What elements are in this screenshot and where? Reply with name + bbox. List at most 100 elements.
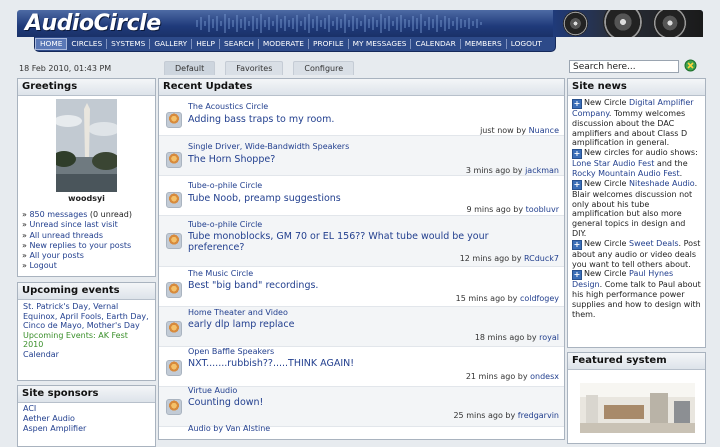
list-item: All unread threads — [22, 231, 132, 241]
nav-my-messages[interactable]: MY MESSAGES — [349, 39, 412, 49]
greetings-title: Greetings — [18, 79, 155, 96]
update-meta: just now by Nuance — [480, 126, 559, 135]
circle-link[interactable]: Home Theater and Video — [188, 308, 288, 317]
circle-link[interactable]: Virtue Audio — [188, 386, 237, 395]
topic-link[interactable]: Counting down! — [188, 397, 518, 408]
nav-help[interactable]: HELP — [192, 39, 221, 49]
holidays-list[interactable]: St. Patrick's Day, Vernal Equinox, April… — [23, 302, 150, 331]
nav-moderate[interactable]: MODERATE — [259, 39, 309, 49]
thread-icon — [166, 399, 182, 415]
update-time: 21 mins ago by — [465, 372, 528, 381]
nav-gallery[interactable]: GALLERY — [150, 39, 193, 49]
user-link[interactable]: coldfogey — [520, 294, 559, 303]
circle-link[interactable]: The Acoustics Circle — [188, 102, 268, 111]
list-item: New replies to your posts — [22, 241, 132, 251]
update-row: Home Theater and Video early dlp lamp re… — [159, 307, 564, 347]
user-link[interactable]: toobluvr — [526, 205, 559, 214]
nav-profile[interactable]: PROFILE — [309, 39, 349, 49]
nav-circles[interactable]: CIRCLES — [67, 39, 108, 49]
update-time: 12 mins ago by — [459, 254, 522, 263]
sponsor-link[interactable]: ACI — [23, 404, 150, 414]
upcoming-events-link[interactable]: Upcoming Events: AK Fest 2010 — [23, 331, 150, 350]
thread-icon — [166, 112, 182, 128]
topic-link[interactable]: Tube monoblocks, GM 70 or EL 156?? What … — [188, 231, 518, 253]
nav-search[interactable]: SEARCH — [220, 39, 259, 49]
expand-plus-icon[interactable]: + — [572, 149, 582, 160]
update-meta: 3 mins ago by jackman — [466, 166, 559, 175]
news-link[interactable]: Niteshade Audio — [629, 179, 695, 188]
update-row: Single Driver, Wide-Bandwidth Speakers T… — [159, 136, 564, 176]
news-prefix: New Circle — [584, 238, 627, 248]
thread-icon — [166, 233, 182, 249]
update-time: just now by — [480, 126, 527, 135]
featured-system-panel: Featured system — [567, 352, 706, 444]
search-go-icon[interactable] — [684, 59, 697, 72]
news-link-2[interactable]: Rocky Mountain Audio Fest — [572, 169, 680, 178]
messages-count: 850 messages (0 unread) — [22, 210, 132, 220]
user-link[interactable]: royal — [539, 333, 559, 342]
site-header: AudioCircle HOME CIRCLES SYSTEMS GALLERY… — [17, 10, 703, 54]
user-link[interactable]: fredgarvin — [518, 411, 559, 420]
update-meta: 18 mins ago by royal — [475, 333, 559, 342]
expand-plus-icon[interactable]: + — [572, 99, 582, 109]
speakers-graphic — [553, 10, 703, 37]
search-input[interactable]: Search here... — [569, 60, 679, 73]
new-replies-link[interactable]: New replies to your posts — [29, 241, 131, 250]
circle-link[interactable]: Tube-o-phile Circle — [188, 181, 262, 190]
user-link[interactable]: ondesx — [530, 372, 559, 381]
thread-icon — [166, 282, 182, 298]
circle-link[interactable]: Tube-o-phile Circle — [188, 220, 262, 229]
circle-link[interactable]: Single Driver, Wide-Bandwidth Speakers — [188, 142, 349, 151]
topic-link[interactable]: NXT.......rubbish??.....THINK AGAIN! — [188, 358, 518, 369]
avatar[interactable] — [56, 99, 117, 192]
topic-link[interactable]: Best "big band" recordings. — [188, 280, 518, 291]
update-row: Audio by Van Alstine — [159, 424, 564, 439]
update-row: Tube-o-phile Circle Tube monoblocks, GM … — [159, 216, 564, 267]
expand-plus-icon[interactable]: + — [572, 179, 582, 190]
calendar-link[interactable]: Calendar — [23, 350, 150, 360]
nav-logout[interactable]: LOGOUT — [507, 39, 546, 49]
sponsors-list: ACI Aether Audio Aspen Amplifier — [18, 403, 155, 435]
unread-since-last-visit-link[interactable]: Unread since last visit — [29, 220, 117, 229]
topic-link[interactable]: early dlp lamp replace — [188, 319, 518, 330]
topic-link[interactable]: Adding bass traps to my room. — [188, 114, 518, 125]
sponsor-link[interactable]: Aether Audio — [23, 414, 150, 424]
tab-configure[interactable]: Configure — [293, 61, 355, 75]
update-meta: 9 mins ago by toobluvr — [466, 205, 559, 214]
expand-plus-icon[interactable]: + — [572, 270, 582, 281]
nav-systems[interactable]: SYSTEMS — [107, 39, 151, 49]
user-link[interactable]: RCduck7 — [524, 254, 559, 263]
recent-updates-panel: Recent Updates The Acoustics Circle Addi… — [158, 78, 565, 440]
user-link[interactable]: jackman — [525, 166, 559, 175]
featured-system-image[interactable] — [580, 383, 695, 433]
tab-default[interactable]: Default — [164, 61, 216, 75]
tab-favorites[interactable]: Favorites — [225, 61, 284, 75]
news-item: + New circles for audio shows: Lone Star … — [572, 148, 701, 179]
news-prefix: New Circle — [584, 269, 627, 279]
nav-calendar[interactable]: CALENDAR — [411, 39, 461, 49]
site-sponsors-panel: Site sponsors ACI Aether Audio Aspen Amp… — [17, 385, 156, 447]
messages-link[interactable]: 850 messages — [29, 210, 87, 219]
thread-icon — [166, 360, 182, 376]
nav-members[interactable]: MEMBERS — [461, 39, 507, 49]
circle-link[interactable]: Open Baffle Speakers — [188, 347, 274, 356]
logout-link[interactable]: Logout — [29, 261, 56, 270]
all-unread-threads-link[interactable]: All unread threads — [29, 231, 103, 240]
user-link[interactable]: Nuance — [529, 126, 559, 135]
expand-plus-icon[interactable]: + — [572, 239, 582, 250]
circle-link[interactable]: The Music Circle — [188, 269, 253, 278]
list-item: Unread since last visit — [22, 220, 132, 230]
featured-system-title: Featured system — [568, 353, 705, 370]
news-link[interactable]: Lone Star Audio Fest — [572, 159, 654, 168]
nav-home[interactable]: HOME — [35, 38, 68, 50]
user-links: 850 messages (0 unread) Unread since las… — [22, 210, 132, 272]
topic-link[interactable]: Tube Noob, preamp suggestions — [188, 193, 518, 204]
site-logo[interactable]: AudioCircle — [25, 10, 161, 37]
all-your-posts-link[interactable]: All your posts — [29, 251, 83, 260]
news-link[interactable]: Sweet Deals — [629, 239, 679, 248]
update-meta: 25 mins ago by fredgarvin — [453, 411, 559, 420]
circle-link[interactable]: Audio by Van Alstine — [188, 424, 270, 433]
news-prefix: New Circle — [584, 178, 627, 188]
topic-link[interactable]: The Horn Shoppe? — [188, 154, 518, 165]
news-text: and the — [654, 159, 688, 169]
